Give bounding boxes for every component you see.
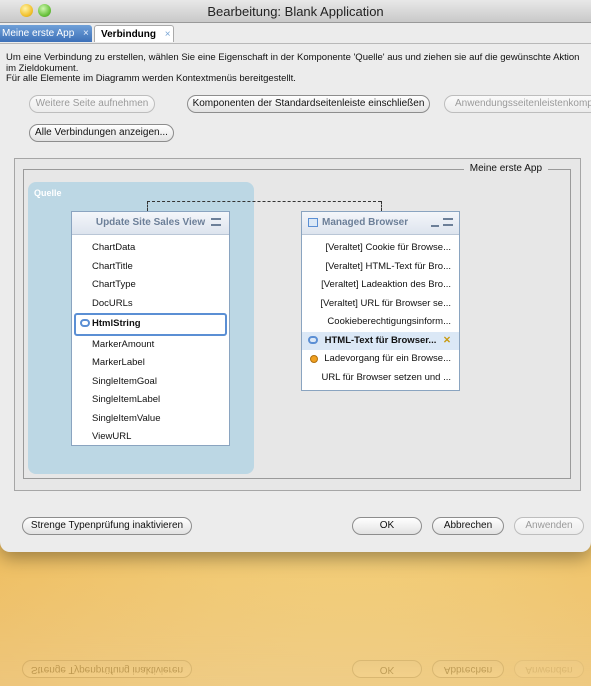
wrench-icon[interactable]: ✕ — [442, 332, 451, 351]
app-sidebar-button[interactable]: Anwendungsseitenleistenkompo — [444, 95, 591, 113]
include-components-button[interactable]: Komponenten der Standardseitenleiste ein… — [187, 95, 430, 113]
cancel-button[interactable]: Abbrechen — [432, 517, 504, 535]
source-item-markeramount[interactable]: MarkerAmount — [72, 336, 229, 355]
source-item-charttitle[interactable]: ChartTitle — [72, 258, 229, 277]
target-item-label: Ladevorgang für ein Browse... — [324, 353, 451, 364]
minimize-icon[interactable] — [431, 225, 439, 227]
source-item-singleitemlabel[interactable]: SingleItemLabel — [72, 391, 229, 410]
list-icon[interactable] — [443, 218, 453, 226]
editor-window: Bearbeitung: Blank Application Meine ers… — [0, 0, 591, 552]
reflection-strict-typing: Strenge Typenprüfung inaktivieren — [22, 660, 192, 678]
list-icon[interactable] — [211, 218, 221, 226]
connector-line — [147, 201, 148, 211]
apply-button[interactable]: Anwenden — [514, 517, 584, 535]
source-item-docurls[interactable]: DocURLs — [72, 295, 229, 314]
target-item-cookie-deprecated[interactable]: [Veraltet] Cookie für Browse... — [302, 239, 459, 258]
target-item-label: HTML-Text für Browser... — [324, 334, 437, 346]
tab-label: Meine erste App — [2, 28, 75, 39]
target-item-load-deprecated[interactable]: [Veraltet] Ladeaktion des Bro... — [302, 276, 459, 295]
source-item-htmlstring[interactable]: HtmlString — [74, 313, 227, 336]
source-item-label: HtmlString — [92, 318, 141, 329]
browser-icon — [308, 218, 318, 227]
window-title: Bearbeitung: Blank Application — [207, 4, 384, 19]
event-icon — [310, 355, 318, 363]
reflection-ok: OK — [352, 660, 422, 678]
strict-typing-button[interactable]: Strenge Typenprüfung inaktivieren — [22, 517, 192, 535]
target-component-title: Managed Browser — [322, 217, 409, 228]
reflection-cancel: Abbrechen — [432, 660, 504, 678]
target-component[interactable]: Managed Browser [Veraltet] Cookie für Br… — [301, 211, 460, 391]
close-icon[interactable]: × — [165, 29, 171, 40]
group-label: Meine erste App — [463, 163, 548, 174]
reflection-apply: Anwenden — [514, 660, 584, 678]
connector-line — [147, 201, 381, 202]
close-icon[interactable]: × — [83, 28, 89, 39]
source-region-label: Quelle — [34, 188, 62, 198]
window-reflection: Strenge Typenprüfung inaktivieren OK Abb… — [0, 556, 591, 686]
tab-verbindung[interactable]: Verbindung × — [94, 25, 174, 42]
source-component-title: Update Site Sales View — [95, 217, 206, 228]
show-all-connections-button[interactable]: Alle Verbindungen anzeigen... — [29, 124, 174, 142]
tab-meine-erste-app[interactable]: Meine erste App × — [0, 25, 92, 42]
ok-button[interactable]: OK — [352, 517, 422, 535]
target-item-loading[interactable]: Ladevorgang für ein Browse... — [302, 350, 459, 369]
target-item-html-text[interactable]: HTML-Text für Browser... ✕ — [302, 331, 459, 351]
tab-bar: Meine erste App × Verbindung × — [0, 23, 591, 44]
target-item-html-deprecated[interactable]: [Veraltet] HTML-Text für Bro... — [302, 258, 459, 277]
source-item-markerlabel[interactable]: MarkerLabel — [72, 354, 229, 373]
source-item-chartdata[interactable]: ChartData — [72, 239, 229, 258]
title-bar: Bearbeitung: Blank Application — [0, 0, 591, 23]
instructions: Um eine Verbindung zu erstellen, wählen … — [6, 52, 581, 85]
source-item-viewurl[interactable]: ViewURL — [72, 428, 229, 447]
target-item-cookie-permission[interactable]: Cookieberechtigungsinform... — [302, 313, 459, 332]
target-component-header: Managed Browser — [302, 212, 459, 235]
tab-label: Verbindung — [101, 29, 156, 40]
source-item-singleitemvalue[interactable]: SingleItemValue — [72, 410, 229, 429]
instructions-line-1: Um eine Verbindung zu erstellen, wählen … — [6, 52, 580, 74]
connector-line — [381, 201, 382, 211]
add-page-button[interactable]: Weitere Seite aufnehmen — [29, 95, 155, 113]
link-icon — [308, 335, 318, 344]
instructions-line-2: Für alle Elemente im Diagramm werden Kon… — [6, 73, 296, 84]
target-item-url-deprecated[interactable]: [Veraltet] URL für Browser se... — [302, 295, 459, 314]
source-item-singleitemgoal[interactable]: SingleItemGoal — [72, 373, 229, 392]
source-component[interactable]: Update Site Sales View ChartData ChartTi… — [71, 211, 230, 446]
source-component-header: Update Site Sales View — [72, 212, 229, 235]
source-item-charttype[interactable]: ChartType — [72, 276, 229, 295]
link-icon — [80, 319, 90, 327]
target-item-url[interactable]: URL für Browser setzen und ... — [302, 369, 459, 388]
